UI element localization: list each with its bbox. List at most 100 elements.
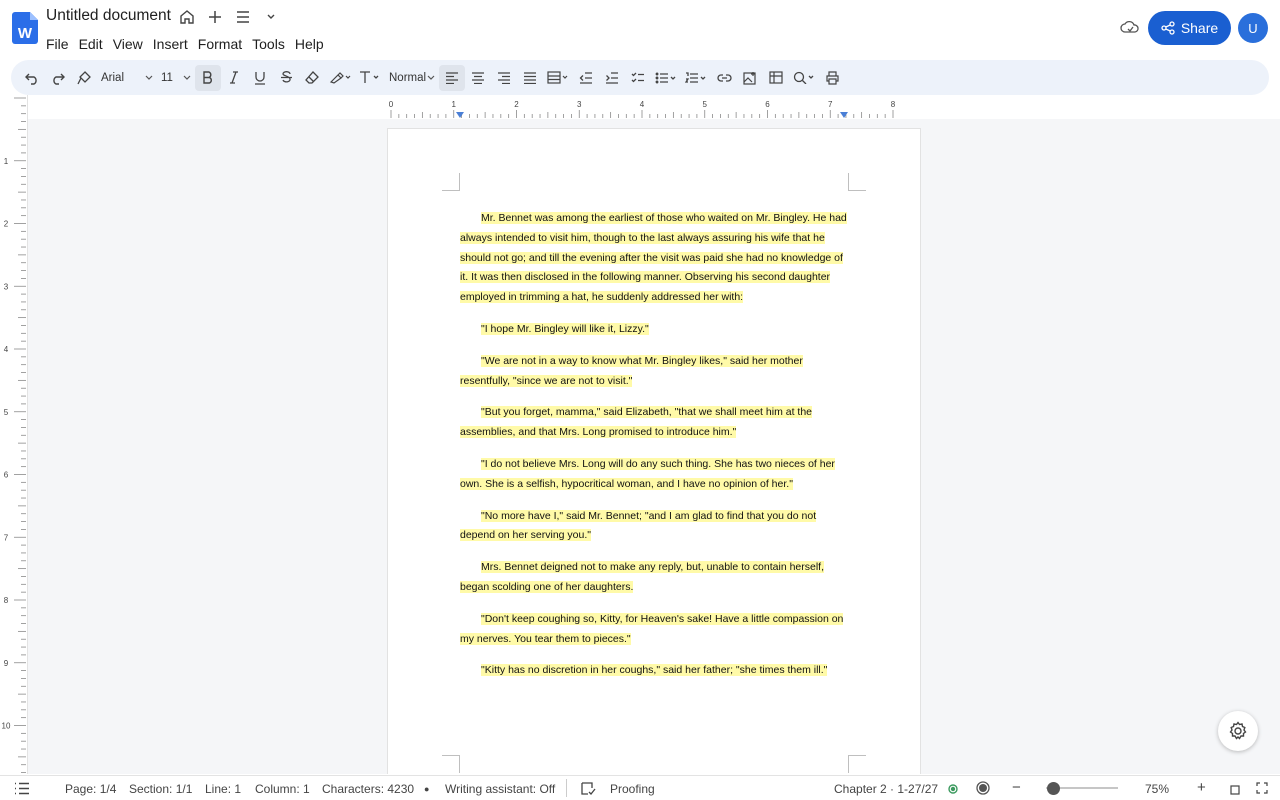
- page-corner-mark: [848, 173, 866, 191]
- document-page[interactable]: Mr. Bennet was among the earliest of tho…: [388, 129, 920, 774]
- ruler-number: 0: [389, 100, 394, 109]
- document-menu-icon[interactable]: [232, 7, 254, 27]
- menu-view[interactable]: View: [108, 35, 148, 53]
- highlight-color-icon[interactable]: [325, 65, 355, 91]
- document-title[interactable]: Untitled document: [46, 7, 171, 25]
- page-corner-mark: [442, 173, 460, 191]
- indent-marker-icon[interactable]: [840, 112, 848, 118]
- align-right-icon[interactable]: [491, 65, 517, 91]
- ruler-number: 3: [4, 282, 9, 291]
- redo-icon[interactable]: [45, 65, 71, 91]
- paragraph-text: Mrs. Bennet deigned not to make any repl…: [460, 561, 825, 593]
- menu-edit[interactable]: Edit: [74, 35, 108, 53]
- font-size-select[interactable]: 11: [157, 65, 195, 91]
- status-characters[interactable]: Characters: 4230: [322, 782, 414, 796]
- status-line: Line: 1: [205, 782, 242, 796]
- paragraph[interactable]: "Kitty has no discretion in her coughs,"…: [460, 661, 850, 681]
- document-canvas[interactable]: 1 2 3 4 5 6 7 8 9 10 0 1 2 3 4 5 6 7 8 Mr. Bennet was amo…: [0, 95, 1280, 774]
- horizontal-ruler: 0 1 2 3 4 5 6 7 8: [388, 97, 920, 119]
- undo-icon[interactable]: [19, 65, 45, 91]
- paragraph[interactable]: "I do not believe Mrs. Long will do any …: [460, 455, 850, 495]
- font-family-value: Arial: [101, 71, 125, 84]
- justify-icon[interactable]: [517, 65, 543, 91]
- paragraph-text: "No more have I," said Mr. Bennet; "and …: [460, 509, 817, 542]
- increase-indent-icon[interactable]: [599, 65, 625, 91]
- print-icon[interactable]: [819, 65, 845, 91]
- indent-marker-icon[interactable]: [456, 112, 464, 118]
- settings-gear-button[interactable]: [1218, 711, 1258, 751]
- paragraph-text: Mr. Bennet was among the earliest of tho…: [460, 212, 847, 304]
- paint-format-icon[interactable]: [71, 65, 97, 91]
- paragraph[interactable]: Mrs. Bennet deigned not to make any repl…: [460, 558, 850, 598]
- paragraph[interactable]: "Don't keep coughing so, Kitty, for Heav…: [460, 610, 850, 650]
- new-document-plus-icon[interactable]: [204, 7, 226, 27]
- menu-insert[interactable]: Insert: [148, 35, 193, 53]
- insert-image-icon[interactable]: [737, 65, 763, 91]
- vertical-ruler: 1 2 3 4 5 6 7 8 9 10: [0, 95, 28, 774]
- ruler-number: 7: [4, 533, 9, 542]
- status-page[interactable]: Page: 1/4: [65, 782, 116, 796]
- ruler-number: 8: [4, 596, 9, 605]
- insert-link-icon[interactable]: [711, 65, 737, 91]
- paragraph-style-select[interactable]: Normal: [385, 65, 439, 91]
- bold-icon[interactable]: [195, 64, 221, 91]
- zoom-slider-thumb[interactable]: [1047, 782, 1061, 795]
- outline-list-icon[interactable]: [14, 782, 30, 798]
- status-chapter[interactable]: Chapter 2 · 1-27/27: [834, 782, 938, 796]
- document-body[interactable]: Mr. Bennet was among the earliest of tho…: [460, 209, 850, 693]
- zoom-level[interactable]: 75%: [1145, 782, 1169, 796]
- bulleted-list-icon[interactable]: [651, 65, 681, 91]
- menu-file[interactable]: File: [46, 35, 74, 53]
- status-bar: Page: 1/4 Section: 1/1 Line: 1 Column: 1…: [0, 775, 1280, 800]
- ruler-number: 3: [577, 100, 582, 109]
- zoom-in-button[interactable]: +: [1197, 779, 1206, 796]
- user-avatar[interactable]: U: [1238, 13, 1268, 43]
- gear-icon: [1229, 721, 1247, 740]
- share-button[interactable]: Share: [1148, 11, 1231, 45]
- cloud-sync-icon[interactable]: [1120, 19, 1140, 37]
- menu-format[interactable]: Format: [193, 35, 247, 53]
- align-center-icon[interactable]: [465, 65, 491, 91]
- fullscreen-icon[interactable]: [1256, 782, 1268, 797]
- paragraph-text: "I do not believe Mrs. Long will do any …: [460, 457, 835, 490]
- logo-letter: W: [18, 25, 33, 42]
- home-icon[interactable]: [176, 7, 198, 27]
- paragraph[interactable]: "But you forget, mamma," said Elizabeth,…: [460, 403, 850, 443]
- proofing-icon[interactable]: [580, 781, 596, 799]
- paragraph[interactable]: "I hope Mr. Bingley will like it, Lizzy.…: [460, 320, 850, 340]
- ruler-number: 4: [4, 345, 9, 354]
- strikethrough-icon[interactable]: [273, 65, 299, 91]
- title-chevron-down-icon[interactable]: [260, 7, 282, 27]
- underline-icon[interactable]: [247, 65, 273, 91]
- zoom-out-button[interactable]: −: [1012, 779, 1021, 796]
- app-header: W Untitled document File Edit View Inser…: [0, 0, 1280, 58]
- clear-format-eraser-icon[interactable]: [299, 65, 325, 91]
- menu-help[interactable]: Help: [290, 35, 329, 53]
- status-proofing[interactable]: Proofing: [610, 782, 655, 796]
- decrease-indent-icon[interactable]: [573, 65, 599, 91]
- font-size-value: 11: [161, 71, 173, 84]
- search-icon[interactable]: [789, 65, 819, 91]
- word-logo-icon[interactable]: W: [12, 12, 38, 44]
- line-spacing-table-icon[interactable]: [543, 65, 573, 91]
- paragraph-text: "I hope Mr. Bingley will like it, Lizzy.…: [481, 322, 649, 335]
- insert-table-icon[interactable]: [763, 65, 789, 91]
- menu-tools[interactable]: Tools: [247, 35, 290, 53]
- paragraph[interactable]: "We are not in a way to know what Mr. Bi…: [460, 352, 850, 392]
- focus-mode-icon[interactable]: [976, 781, 990, 798]
- ruler-number: 8: [891, 100, 896, 109]
- numbered-list-icon[interactable]: [681, 65, 711, 91]
- ruler-number: 5: [4, 408, 9, 417]
- align-left-icon[interactable]: [439, 64, 465, 91]
- chevron-down-icon: [427, 75, 435, 80]
- checklist-icon[interactable]: [625, 65, 651, 91]
- text-style-icon[interactable]: [355, 65, 385, 91]
- paragraph[interactable]: Mr. Bennet was among the earliest of tho…: [460, 209, 850, 308]
- ruler-number: 10: [2, 722, 11, 731]
- font-family-select[interactable]: Arial: [97, 65, 157, 91]
- fit-page-icon[interactable]: [1230, 784, 1240, 798]
- paragraph[interactable]: "No more have I," said Mr. Bennet; "and …: [460, 507, 850, 547]
- italic-icon[interactable]: [221, 65, 247, 91]
- page-corner-mark: [848, 755, 866, 773]
- status-writing-assistant[interactable]: Writing assistant: Off: [445, 782, 555, 796]
